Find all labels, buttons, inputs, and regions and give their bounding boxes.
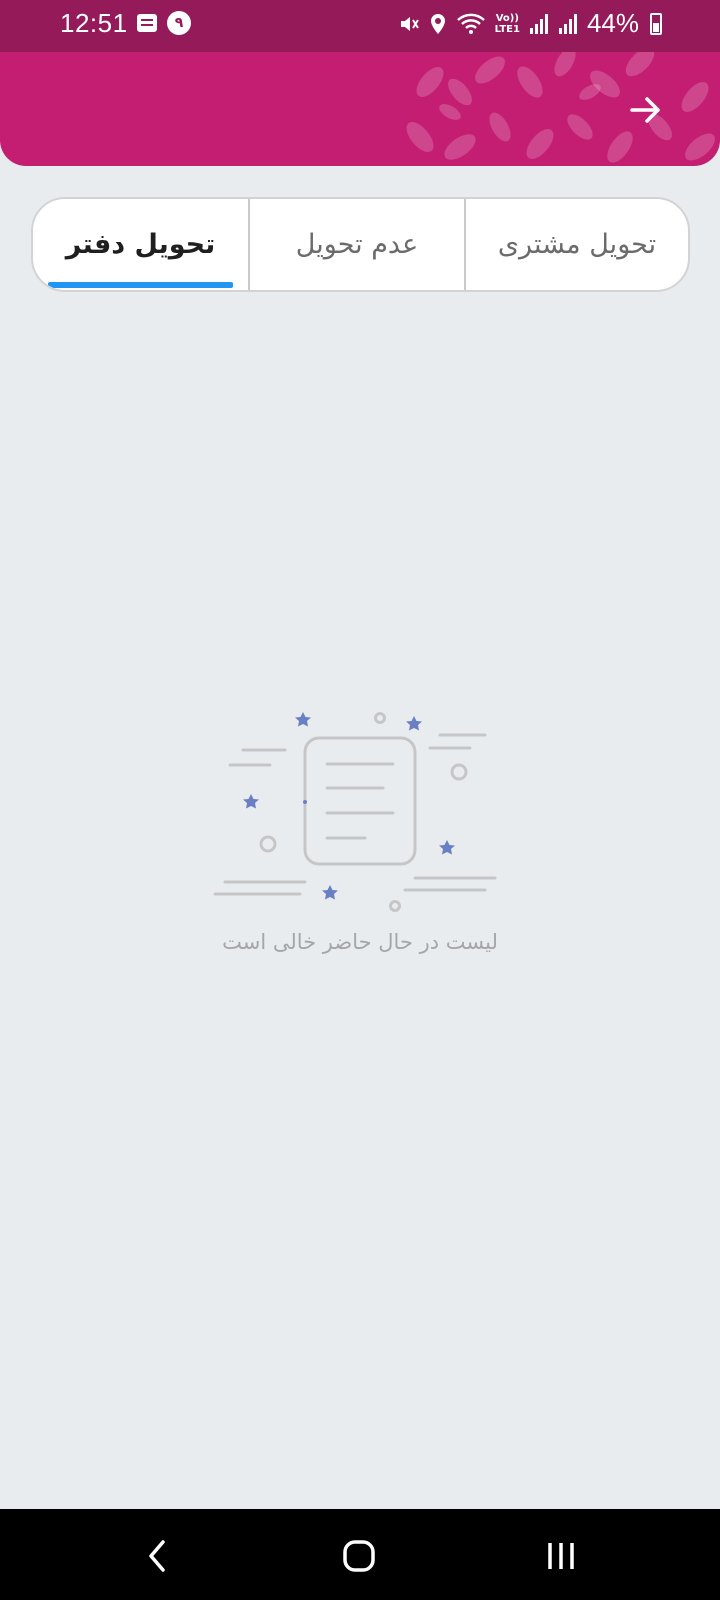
notification-badge: ۹: [167, 11, 191, 35]
signal-icon: [558, 13, 577, 34]
wifi-icon: [456, 13, 485, 34]
nav-back-button[interactable]: [133, 1531, 183, 1581]
tab-label: تحویل مشتری: [497, 229, 657, 260]
tab-label: عدم تحویل: [295, 229, 419, 260]
empty-state-message: لیست در حال حاضر خالی است: [222, 930, 498, 954]
recents-icon: [548, 1543, 574, 1569]
nav-home-button[interactable]: [334, 1531, 384, 1581]
empty-document-icon: [213, 712, 497, 912]
status-right-icons: Vo)) LTE1 44%: [398, 8, 662, 39]
status-left-icons: ۹: [137, 11, 191, 35]
battery-icon: [650, 12, 662, 35]
lte-label: LTE1: [494, 23, 520, 35]
system-nav-bar: [0, 1509, 720, 1600]
arrow-right-icon: [630, 97, 660, 123]
tab-office-delivery[interactable]: تحویل دفتر: [33, 199, 248, 290]
message-icon: [137, 14, 157, 32]
location-icon: [430, 13, 445, 34]
nav-recents-button[interactable]: [536, 1531, 586, 1581]
selected-tab-indicator: [48, 282, 233, 288]
leaf-pattern-decoration: [406, 52, 715, 163]
tab-label: تحویل دفتر: [65, 229, 216, 260]
back-button[interactable]: [624, 88, 668, 132]
tab-no-delivery[interactable]: عدم تحویل: [248, 199, 466, 290]
app-header: [0, 52, 720, 166]
volte-label: Vo)): [495, 12, 519, 24]
back-icon: [149, 1540, 165, 1572]
status-time: 12:51: [60, 8, 128, 38]
delivery-tabs: تحویل مشتری عدم تحویل تحویل دفتر: [31, 197, 690, 292]
network-type-label: Vo)) LTE1: [495, 13, 520, 35]
status-bar: 12:51 ۹ Vo)) LTE1 44%: [0, 0, 720, 52]
signal-icon: [529, 13, 548, 34]
battery-percent: 44%: [586, 8, 639, 38]
mute-icon: [400, 16, 419, 31]
home-icon: [343, 1540, 375, 1572]
tab-customer-delivery[interactable]: تحویل مشتری: [466, 199, 688, 290]
